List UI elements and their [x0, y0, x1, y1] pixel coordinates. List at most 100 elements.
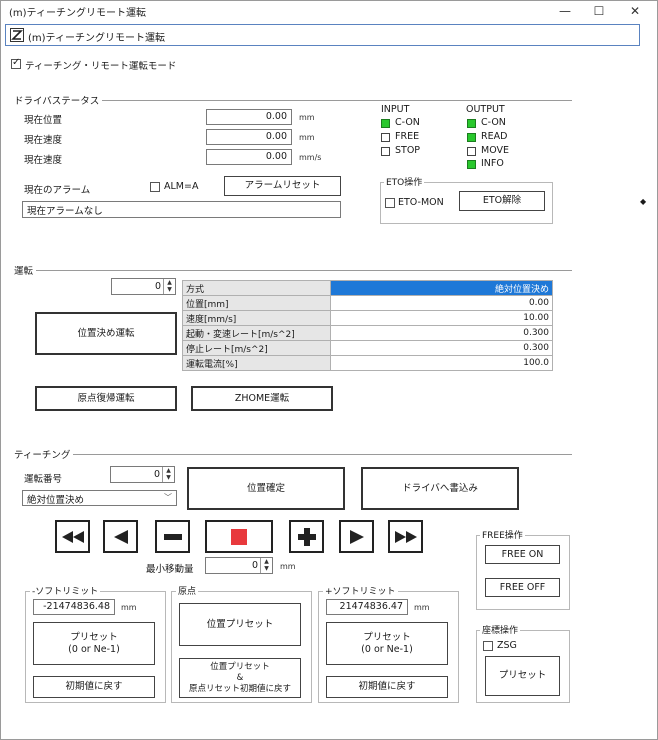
operation-number-value: 0 [154, 281, 161, 292]
teaching-number-stepper[interactable]: 0 ▲ ▼ [110, 466, 175, 483]
soft-limit-plus-unit: mm [414, 603, 430, 612]
eto-mon-label: ETO-MON [398, 197, 444, 208]
diamond-icon: ◆ [640, 197, 647, 206]
close-icon[interactable]: ✕ [621, 2, 649, 21]
table-value[interactable]: 10.00 [330, 310, 553, 326]
status-unit-speed-2: mm/s [299, 153, 322, 162]
coord-title: 座標操作 [480, 623, 521, 636]
driver-write-button[interactable]: ドライバへ書込み [361, 467, 519, 510]
home-restore-button[interactable]: 位置プリセット & 原点リセット初期値に戻す [179, 658, 301, 698]
table-key: 速度[mm/s] [182, 310, 331, 326]
jog-amount-unit: mm [280, 562, 296, 571]
fast-backward-button[interactable] [55, 520, 90, 553]
zhome-button[interactable]: ZHOME運転 [191, 386, 333, 411]
chevron-down-icon[interactable]: ﹀ [164, 492, 172, 503]
position-fix-button[interactable]: 位置確定 [187, 467, 345, 510]
table-key: 起動・変速レート[m/s^2] [182, 325, 331, 341]
teaching-title: ティーチング [14, 447, 74, 461]
teaching-mode-select[interactable]: 絶対位置決め ﹀ [22, 490, 177, 506]
free-off-button[interactable]: FREE OFF [485, 578, 560, 597]
teaching-number-label: 運転番号 [24, 474, 63, 485]
input-label-free: FREE [395, 131, 420, 142]
eto-release-button[interactable]: ETO解除 [459, 191, 545, 211]
window-title: (m)ティーチングリモート運転 [9, 8, 146, 19]
soft-limit-minus-preset-button[interactable]: プリセット (0 or Ne-1) [33, 622, 155, 665]
table-row[interactable]: 起動・変速レート[m/s^2] 0.300 [182, 325, 553, 341]
input-led-free [381, 133, 390, 142]
stop-icon [231, 528, 247, 545]
driver-status-title: ドライバステータス [14, 93, 103, 107]
table-row[interactable]: 方式 絶対位置決め [182, 280, 553, 296]
output-title: OUTPUT [466, 104, 505, 115]
backward-icon [113, 529, 128, 544]
status-field-speed-1: 0.00 [206, 129, 292, 145]
stepper-arrows-icon[interactable]: ▲ ▼ [260, 558, 272, 573]
table-key: 運転電流[%] [182, 355, 331, 371]
stepper-arrows-icon[interactable]: ▲ ▼ [163, 279, 175, 294]
plus-icon [297, 527, 316, 546]
plus-button[interactable] [289, 520, 324, 553]
alarm-check-label: ALM=A [164, 181, 199, 192]
minus-button[interactable] [155, 520, 190, 553]
table-row[interactable]: 停止レート[m/s^2] 0.300 [182, 340, 553, 356]
minus-icon [163, 533, 182, 540]
zsg-label: ZSG [497, 640, 517, 651]
soft-limit-minus-unit: mm [121, 603, 137, 612]
soft-limit-minus-field[interactable]: -21474836.48 [33, 599, 115, 615]
output-label-move: MOVE [481, 145, 510, 156]
fast-forward-button[interactable] [388, 520, 423, 553]
free-on-button[interactable]: FREE ON [485, 545, 560, 564]
jog-amount-label: 最小移動量 [146, 564, 194, 575]
fast-forward-icon [394, 530, 417, 543]
soft-limit-plus-preset-button[interactable]: プリセット (0 or Ne-1) [326, 622, 448, 665]
input-led-c-on [381, 119, 390, 128]
zsg-checkbox[interactable] [483, 641, 493, 651]
minimize-icon[interactable]: — [551, 2, 579, 21]
stop-button[interactable] [205, 520, 273, 553]
alarm-label: 現在のアラーム [24, 185, 91, 196]
forward-button[interactable] [339, 520, 374, 553]
table-row[interactable]: 位置[mm] 0.00 [182, 295, 553, 311]
table-row[interactable]: 運転電流[%] 100.0 [182, 355, 553, 371]
alarm-reset-button[interactable]: アラームリセット [224, 176, 341, 196]
soft-limit-plus-field[interactable]: 21474836.47 [326, 599, 408, 615]
table-row[interactable]: 速度[mm/s] 10.00 [182, 310, 553, 326]
forward-icon [349, 529, 364, 544]
remote-mode-label: ティーチング・リモート運転モード [25, 61, 177, 72]
home-preset-button[interactable]: 位置プリセット [179, 603, 301, 646]
status-label-speed-2: 現在速度 [24, 155, 63, 166]
jog-amount-stepper[interactable]: 0 ▲ ▼ [205, 557, 273, 574]
soft-limit-minus-restore-button[interactable]: 初期値に戻す [33, 676, 155, 698]
backward-button[interactable] [103, 520, 138, 553]
title-bar: (m)ティーチングリモート運転 — ☐ ✕ [1, 1, 657, 21]
remote-mode-checkbox[interactable] [11, 57, 21, 69]
table-value[interactable]: 0.00 [330, 295, 553, 311]
app-icon [10, 28, 24, 42]
input-title: INPUT [381, 104, 410, 115]
header-title: (m)ティーチングリモート運転 [28, 33, 165, 44]
teaching-divider [14, 454, 572, 455]
soft-limit-plus-restore-button[interactable]: 初期値に戻す [326, 676, 448, 698]
fast-backward-icon [61, 530, 84, 543]
stepper-arrows-icon[interactable]: ▲ ▼ [162, 467, 174, 482]
return-home-button[interactable]: 原点復帰運転 [35, 386, 177, 411]
position-operation-button[interactable]: 位置決め運転 [35, 312, 177, 355]
operation-number-stepper[interactable]: 0 ▲ ▼ [111, 278, 176, 295]
header-bar: (m)ティーチングリモート運転 [5, 24, 640, 46]
alarm-text-field: 現在アラームなし [22, 201, 341, 218]
output-led-move [467, 147, 476, 156]
maximize-icon[interactable]: ☐ [585, 2, 613, 21]
output-label-ready: READ [481, 131, 508, 142]
eto-mon-checkbox[interactable] [385, 198, 395, 208]
alarm-checkbox[interactable] [150, 182, 160, 192]
input-label-stop: STOP [395, 145, 421, 156]
status-unit-speed-1: mm [299, 133, 315, 142]
jog-amount-value: 0 [251, 560, 258, 571]
table-value[interactable]: 絶対位置決め [330, 280, 553, 296]
coord-preset-button[interactable]: プリセット [485, 656, 560, 696]
status-label-speed-1: 現在速度 [24, 135, 63, 146]
table-value[interactable]: 0.300 [330, 325, 553, 341]
table-value[interactable]: 0.300 [330, 340, 553, 356]
table-value[interactable]: 100.0 [330, 355, 553, 371]
output-led-c-on [467, 119, 476, 128]
